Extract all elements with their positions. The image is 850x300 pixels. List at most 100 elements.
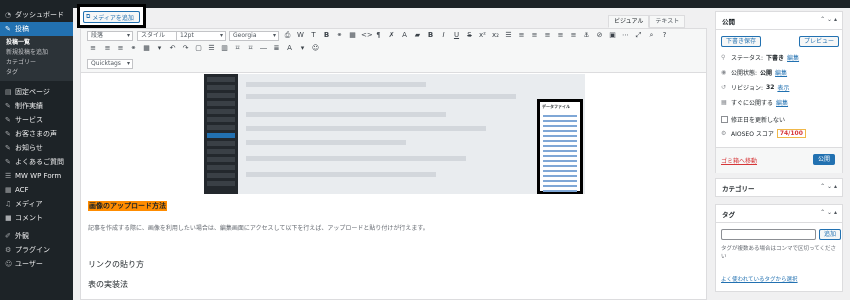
edit-status-link[interactable]: 編集: [787, 53, 799, 62]
numbered-list-icon[interactable]: ≡: [517, 31, 526, 40]
sidebar-item-works[interactable]: ✎ 制作実績: [0, 99, 73, 113]
editor-toolbar: 段落 スタイル 12pt Georgia ⎙ W T B ⚭ ▦ <> ¶ ✗ …: [81, 29, 706, 73]
trash-link[interactable]: ゴミ箱へ移動: [721, 156, 757, 165]
sidebar-item-comments[interactable]: ■ コメント: [0, 211, 73, 225]
align-center-icon[interactable]: ≡: [103, 44, 112, 53]
sidebar-item-plugins[interactable]: ⚙ プラグイン: [0, 243, 73, 257]
link-icon[interactable]: ⚭: [129, 44, 138, 53]
font-size-select[interactable]: 12pt: [176, 31, 226, 41]
list2-icon[interactable]: ≣: [272, 44, 281, 53]
sidebar-item-acf[interactable]: ▦ ACF: [0, 183, 73, 197]
sidebar-item-users[interactable]: ☺ ユーザー: [0, 257, 73, 271]
sidebar-item-appearance[interactable]: ✐ 外観: [0, 229, 73, 243]
fullscreen-icon[interactable]: ⤢: [634, 31, 643, 40]
bookmark-icon[interactable]: ⌑: [233, 44, 242, 53]
dropdown-icon[interactable]: ▾: [155, 44, 164, 53]
paragraph-icon[interactable]: ¶: [374, 31, 383, 40]
redo-icon[interactable]: ↷: [181, 44, 190, 53]
frame-icon[interactable]: ▢: [194, 44, 203, 53]
category-header[interactable]: カテゴリー ⌃ ⌄ ▴: [716, 179, 842, 197]
box-controls[interactable]: ⌃ ⌄ ▴: [820, 209, 837, 216]
show-revisions-link[interactable]: 表示: [777, 83, 789, 92]
dropdown-icon[interactable]: ▾: [298, 44, 307, 53]
font-family-select[interactable]: Georgia: [229, 31, 279, 41]
align-left-icon[interactable]: ≡: [530, 31, 539, 40]
no-update-checkbox[interactable]: [721, 116, 728, 123]
code-icon[interactable]: <>: [361, 31, 373, 40]
bullet-list-icon[interactable]: ☰: [504, 31, 513, 40]
align-center-icon[interactable]: ≡: [543, 31, 552, 40]
bold-icon[interactable]: B: [322, 31, 331, 40]
tab-visual[interactable]: ビジュアル: [608, 15, 650, 28]
more-icon[interactable]: ⋯: [621, 31, 630, 40]
aioseo-score: 74/100: [776, 129, 806, 138]
table-icon[interactable]: ▦: [142, 44, 151, 53]
font-color-icon[interactable]: A: [400, 31, 409, 40]
search-icon[interactable]: ⌕: [647, 31, 656, 40]
sidebar-item-news[interactable]: ✎ お知らせ: [0, 141, 73, 155]
font-color-icon[interactable]: A: [285, 44, 294, 53]
revision-icon: ↺: [721, 84, 727, 91]
tab-text[interactable]: テキスト: [649, 15, 686, 28]
panel-title: データファイル: [542, 104, 570, 109]
sidebar-item-services[interactable]: ✎ サービス: [0, 113, 73, 127]
eye-icon: ◉: [721, 69, 727, 76]
paste-word-icon[interactable]: W: [296, 31, 305, 40]
box-controls[interactable]: ⌃ ⌄ ▴: [820, 183, 837, 190]
add-media-button[interactable]: ⧉ メディアを追加: [83, 11, 140, 23]
submenu-all-posts[interactable]: 投稿一覧: [0, 38, 73, 48]
save-draft-button[interactable]: 下書き保存: [721, 36, 762, 47]
link-icon[interactable]: ⚭: [335, 31, 344, 40]
justify-icon[interactable]: ≡: [569, 31, 578, 40]
add-tag-button[interactable]: 追加: [819, 229, 842, 240]
sidebar-item-faq[interactable]: ✎ よくあるご質問: [0, 155, 73, 169]
submenu-tags[interactable]: タグ: [0, 68, 73, 78]
hr-icon[interactable]: ―: [259, 44, 268, 53]
tag-input[interactable]: [721, 229, 816, 240]
bold-text-icon[interactable]: B: [426, 31, 435, 40]
edit-visibility-link[interactable]: 編集: [775, 68, 787, 77]
underline-icon[interactable]: U: [452, 31, 461, 40]
preview-button[interactable]: プレビュー: [799, 36, 840, 47]
visibility-row: ◉ 公開状態: 公開 編集: [721, 68, 787, 77]
publish-header[interactable]: 公開 ⌃ ⌄ ▴: [716, 12, 842, 30]
list-icon[interactable]: ☰: [207, 44, 216, 53]
format-select[interactable]: 段落: [87, 31, 133, 41]
bg-color-icon[interactable]: ▰: [413, 31, 422, 40]
sidebar-item-posts[interactable]: ✎ 投稿: [0, 22, 73, 36]
emoji-icon[interactable]: ☺: [311, 44, 320, 53]
edit-schedule-link[interactable]: 編集: [776, 98, 788, 107]
paste-text-icon[interactable]: T: [309, 31, 318, 40]
image-icon[interactable]: ▣: [608, 31, 617, 40]
align-right-icon[interactable]: ≡: [556, 31, 565, 40]
sidebar-item-dashboard[interactable]: ◔ ダッシュボード: [0, 8, 73, 22]
align-right-icon[interactable]: ≡: [116, 44, 125, 53]
subscript-icon[interactable]: x₂: [491, 31, 500, 40]
sidebar-item-pages[interactable]: ▤ 固定ページ: [0, 85, 73, 99]
editor-content[interactable]: データファイル 画像のアップロード方法 記事を作成する際に、画像を利用したい場合…: [81, 74, 706, 299]
superscript-icon[interactable]: x²: [478, 31, 487, 40]
help-icon[interactable]: ?: [660, 31, 669, 40]
submenu-categories[interactable]: カテゴリー: [0, 58, 73, 68]
publish-button[interactable]: 公開: [813, 154, 836, 165]
sidebar-item-voices[interactable]: ✎ お客さまの声: [0, 127, 73, 141]
italic-icon[interactable]: I: [439, 31, 448, 40]
submenu-add-new[interactable]: 新規投稿を追加: [0, 48, 73, 58]
unlink-icon[interactable]: ⊘: [595, 31, 604, 40]
print-icon[interactable]: ⎙: [283, 31, 292, 40]
box-controls[interactable]: ⌃ ⌄ ▴: [820, 16, 837, 23]
quicktags-select[interactable]: Quicktags: [87, 59, 133, 69]
bookmark2-icon[interactable]: ⌑: [246, 44, 255, 53]
blocks-icon[interactable]: ▥: [220, 44, 229, 53]
anchor-icon[interactable]: ⚓: [582, 31, 591, 40]
strike-icon[interactable]: S: [465, 31, 474, 40]
popular-tags-link[interactable]: よく使われているタグから選択: [721, 275, 798, 283]
sidebar-item-media[interactable]: ♫ メディア: [0, 197, 73, 211]
blur-line: [246, 172, 436, 177]
tags-header[interactable]: タグ ⌃ ⌄ ▴: [716, 205, 842, 223]
clear-format-icon[interactable]: ✗: [387, 31, 396, 40]
undo-icon[interactable]: ↶: [168, 44, 177, 53]
align-left-icon[interactable]: ≡: [87, 44, 99, 53]
sidebar-item-mw-wp-form[interactable]: ☰ MW WP Form: [0, 169, 73, 183]
table-icon[interactable]: ▦: [348, 31, 357, 40]
